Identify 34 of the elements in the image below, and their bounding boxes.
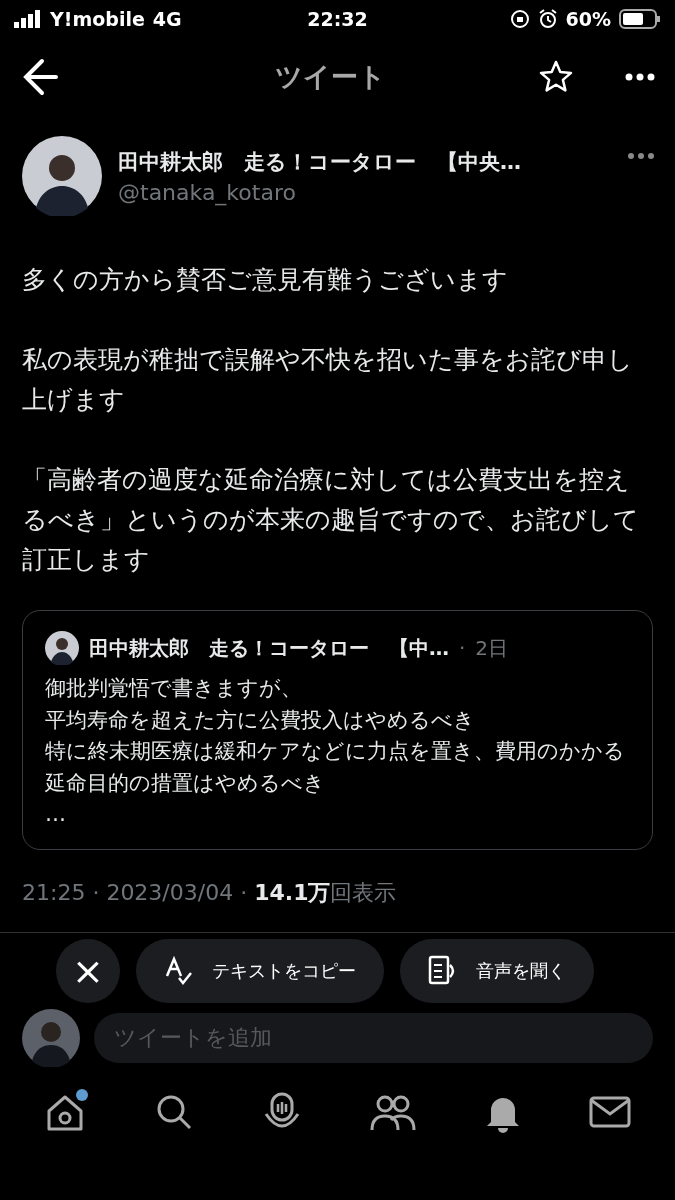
listen-button[interactable]: 音声を聞く [400, 938, 594, 1003]
tweet-age: 2日 [475, 634, 509, 662]
separator-dot: · [459, 636, 466, 660]
tweet-text: 私の表現が稚拙で誤解や不快を招いた事をお詫び申し上げます [22, 344, 634, 416]
quoted-text-line: … [45, 801, 66, 828]
status-time: 22:32 [307, 8, 368, 30]
page-title: ツイート [275, 60, 386, 94]
avatar[interactable] [22, 136, 102, 216]
text-check-icon [164, 955, 194, 986]
tweet-text: 多くの方から賛否ご意見有難うございます [22, 264, 509, 296]
author-name[interactable]: 田中耕太郎 走る！コータロー 【中央… [118, 147, 611, 176]
network-type: 4G [152, 8, 182, 30]
alarm-icon [537, 9, 558, 29]
tweet-meta: 21:25 · 2023/03/04 · 14.1万回表示 [21, 878, 398, 907]
close-button[interactable]: × [56, 938, 120, 1003]
more-icon[interactable] [625, 73, 655, 81]
more-icon[interactable] [627, 152, 655, 160]
quoted-text-line: 特に終末期医療は緩和ケアなどに力点を置き、費用のかかる延命目的の措置はやめるべき [45, 738, 626, 797]
quoted-tweet-card[interactable]: 田中耕太郎 走る！コータロー 【中… · 2日 御批判覚悟で書きますが、 平均寿命を超えた方に公費投入はやめるべき 特に終末期医療は緩和ケアなどに力点を置き、費用のかかる延命目的の措置はやめるべき … [22, 610, 653, 850]
signal-icon [14, 10, 42, 28]
battery-icon [619, 9, 661, 29]
tweet-text: 「高齢者の過度な延命治療に対しては公費支出を控えるべき」というのが本来の趣旨ですので、お詫びして訂正します [22, 464, 640, 576]
copy-text-button[interactable]: テキストをコピー [136, 938, 384, 1003]
quoted-author-name: 田中耕太郎 走る！コータロー 【中… [89, 634, 449, 662]
quoted-text-line: 平均寿命を超えた方に公費投入はやめるべき [45, 706, 475, 734]
carrier-name: Y!mobile [50, 8, 145, 30]
author-handle[interactable]: @tanaka_kotaro [118, 179, 611, 205]
avatar [22, 1008, 80, 1067]
quoted-text-line: 御批判覚悟で書きますが、 [45, 675, 302, 702]
reply-field[interactable]: ツイートを追加 [94, 1012, 653, 1063]
rotation-lock-icon [509, 9, 530, 29]
avatar [45, 631, 79, 665]
star-icon[interactable] [539, 60, 573, 94]
battery-percent: 60% [565, 8, 611, 30]
